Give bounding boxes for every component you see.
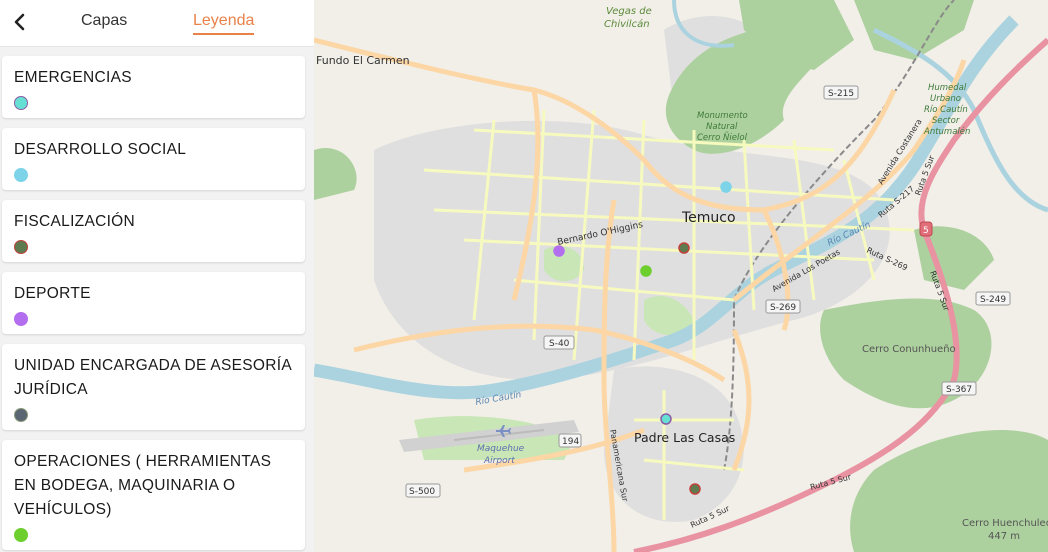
- map-label-vegas: Vegas de: [606, 6, 652, 17]
- map-label-humedal: Urbano: [930, 94, 961, 104]
- map-label-padre-las-casas: Padre Las Casas: [634, 430, 735, 445]
- road-shield-s215: S-215: [828, 89, 854, 99]
- legend-item-label: DESARROLLO SOCIAL: [14, 141, 187, 158]
- map-label-airport: Airport: [483, 456, 515, 466]
- map-marker[interactable]: [689, 483, 701, 495]
- legend-item-desarrollo-social: DESARROLLO SOCIAL: [2, 128, 305, 190]
- legend-swatch: [14, 408, 28, 422]
- legend-item-label: DEPORTE: [14, 285, 91, 302]
- map-label-monumento: Cerro Ñielol: [697, 132, 748, 143]
- legend-item-unidad-juridica: UNIDAD ENCARGADA DE ASESORÍA JURÍDICA: [2, 344, 305, 430]
- map-label-vegas: Chivilcán: [604, 18, 650, 30]
- legend-swatch: [14, 168, 28, 182]
- legend-item-label: UNIDAD ENCARGADA DE ASESORÍA JURÍDICA: [14, 357, 292, 398]
- road-shield-s500: S-500: [409, 487, 435, 497]
- legend-swatch: [14, 312, 28, 326]
- map-view[interactable]: Fundo El Carmen Vegas de Chivilcán Monum…: [314, 0, 1048, 552]
- road-shield-5: 5: [923, 226, 929, 236]
- chevron-left-icon: [14, 13, 25, 31]
- legend-item-fiscalizacion: FISCALIZACIÓN: [2, 200, 305, 262]
- map-label-humedal: Río Cautín: [924, 105, 968, 115]
- road-shield-s269: S-269: [770, 303, 796, 313]
- back-button[interactable]: [8, 10, 32, 34]
- map-label-monumento: Monumento: [697, 111, 748, 121]
- map-label-elevation: 447 m: [988, 531, 1020, 542]
- road-shield-194: 194: [562, 437, 579, 447]
- map-label-humedal: Antumalén: [923, 126, 970, 137]
- map-label-fundo: Fundo El Carmen: [316, 54, 410, 67]
- map-label-monumento: Natural: [706, 122, 738, 132]
- legend-swatch: [14, 96, 28, 110]
- legend-item-label: EMERGENCIAS: [14, 69, 132, 86]
- map-marker[interactable]: [720, 181, 732, 193]
- map-label-humedal: Humedal: [928, 83, 967, 93]
- legend-swatch: [14, 240, 28, 254]
- legend-item-operaciones: OPERACIONES ( HERRAMIENTAS EN BODEGA, MA…: [2, 440, 305, 550]
- map-marker[interactable]: [678, 242, 690, 254]
- map-label-temuco: Temuco: [681, 210, 736, 226]
- legend-panel: Capas Leyenda EMERGENCIAS DESARROLLO SOC…: [0, 0, 314, 552]
- tab-leyenda[interactable]: Leyenda: [193, 12, 255, 35]
- legend-swatch: [14, 528, 28, 542]
- road-shield-s367: S-367: [946, 385, 972, 395]
- panel-header: Capas Leyenda: [0, 0, 314, 47]
- road-shield-s249: S-249: [980, 295, 1006, 305]
- map-marker[interactable]: [660, 413, 672, 425]
- legend-item-label: FISCALIZACIÓN: [14, 213, 136, 230]
- tab-capas[interactable]: Capas: [81, 12, 127, 33]
- map-marker[interactable]: [640, 265, 652, 277]
- road-shield-s40: S-40: [549, 339, 570, 349]
- map-label-airport: Maquehue: [477, 444, 525, 454]
- legend-item-deporte: DEPORTE: [2, 272, 305, 334]
- map-label-cerro-conunhueno: Cerro Conunhueño: [862, 344, 956, 355]
- legend-item-emergencias: EMERGENCIAS: [2, 56, 305, 118]
- legend-item-label: OPERACIONES ( HERRAMIENTAS EN BODEGA, MA…: [14, 453, 272, 518]
- map-label-cerro-huenchuleo: Cerro Huenchuleo: [962, 518, 1048, 529]
- map-label-humedal: Sector: [932, 116, 960, 126]
